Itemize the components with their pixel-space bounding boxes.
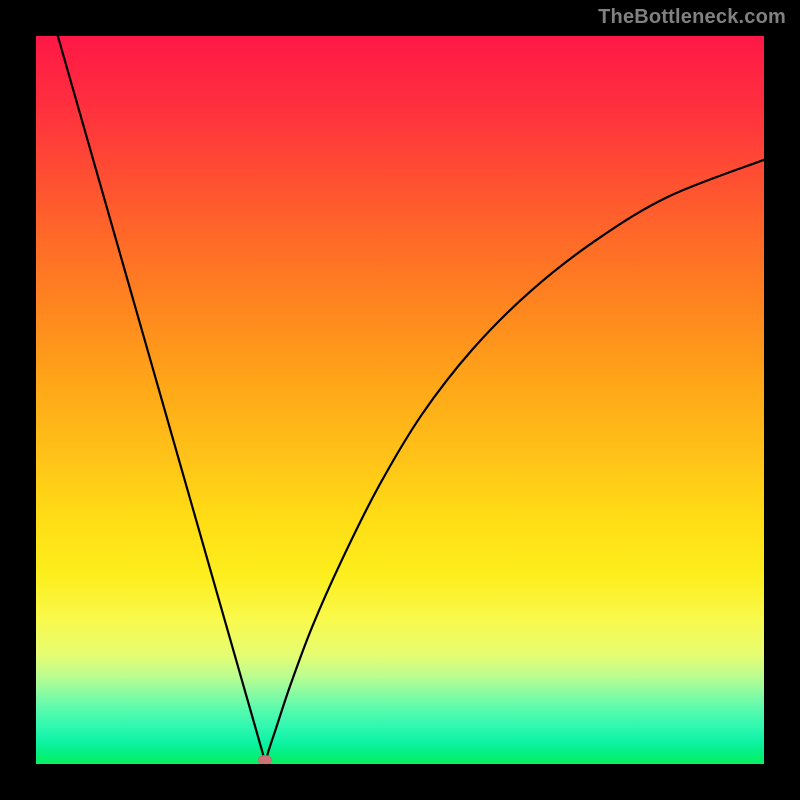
minimum-marker bbox=[258, 755, 272, 764]
chart-frame: TheBottleneck.com bbox=[0, 0, 800, 800]
bottleneck-curve bbox=[36, 36, 764, 764]
plot-area bbox=[36, 36, 764, 764]
watermark-text: TheBottleneck.com bbox=[598, 6, 786, 29]
